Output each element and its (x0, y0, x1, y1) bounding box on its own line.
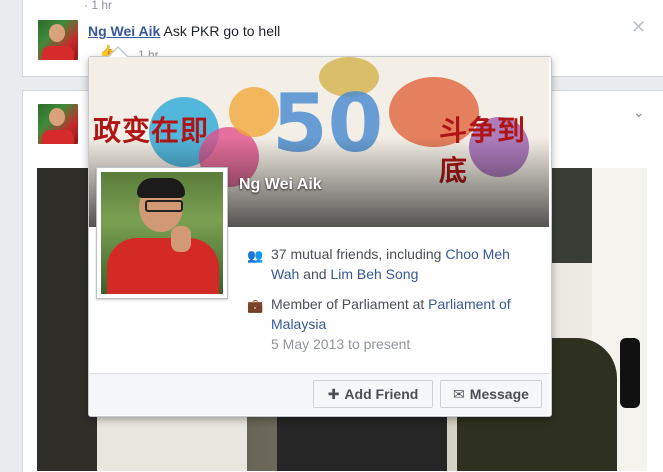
work-text: Member of Parliament at Parliament of Ma… (271, 296, 511, 352)
chevron-down-icon[interactable]: ⌄ (633, 104, 645, 121)
workplace-link[interactable]: Parliament of (428, 296, 510, 312)
story-message: Ask PKR go to hell (163, 23, 281, 39)
story-timestamp-top: · 1 hr (84, 0, 113, 12)
mutual-friend-link[interactable]: Lim Beh Song (330, 266, 418, 282)
mutual-friend-link[interactable]: Choo Meh (445, 246, 510, 262)
story-text: Ng Wei Aik Ask PKR go to hell (88, 22, 280, 40)
close-icon[interactable]: ✕ (631, 18, 646, 36)
mutual-friends-text: 37 mutual friends, including Choo Meh Wa… (271, 246, 510, 282)
friends-icon: 👥 (247, 248, 264, 263)
author-avatar[interactable] (38, 104, 78, 144)
author-avatar[interactable] (38, 20, 78, 60)
author-name-link[interactable]: Ng Wei Aik (88, 23, 160, 39)
add-friend-button[interactable]: ✚ Add Friend (313, 380, 433, 408)
briefcase-icon: 💼 (247, 298, 264, 313)
profile-picture[interactable] (96, 167, 228, 299)
work-dates: 5 May 2013 to present (271, 336, 411, 352)
mutual-friend-link-cont[interactable]: Wah (271, 266, 299, 282)
profile-name[interactable]: Ng Wei Aik (239, 176, 322, 194)
add-friend-icon: ✚ (327, 386, 340, 402)
message-button[interactable]: ✉ Message (440, 380, 542, 408)
message-icon: ✉ (453, 386, 465, 402)
workplace-link-cont[interactable]: Malaysia (271, 316, 326, 332)
